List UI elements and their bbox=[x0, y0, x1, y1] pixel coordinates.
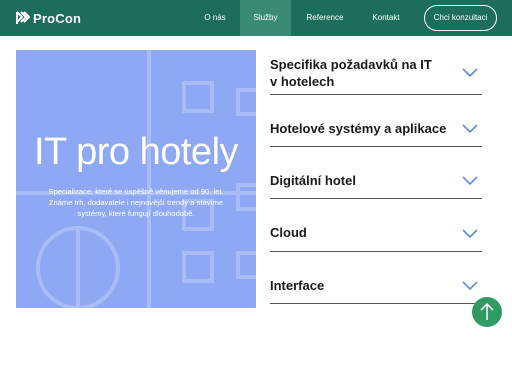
top-navigation-bar: ProCon O nás Služby Reference Kontakt Ch… bbox=[0, 0, 512, 36]
accordion-item-hotelove-systemy[interactable]: Hotelové systémy a aplikace bbox=[270, 95, 482, 147]
chevron-down-icon[interactable] bbox=[462, 229, 478, 239]
nav-item-sluzby[interactable]: Služby bbox=[240, 0, 291, 36]
accordion-item-interface[interactable]: Interface bbox=[270, 252, 482, 304]
hero-banner: IT pro hotely Specializace, které se úsp… bbox=[16, 50, 256, 308]
accordion-item-digitalni-hotel[interactable]: Digitální hotel bbox=[270, 147, 482, 199]
procon-logo-icon bbox=[16, 11, 30, 24]
chevron-down-icon[interactable] bbox=[462, 124, 478, 134]
accordion-title: Cloud bbox=[270, 225, 307, 240]
accordion-title: Digitální hotel bbox=[270, 173, 356, 188]
hero-background-pattern bbox=[16, 50, 256, 308]
brand-name: ProCon bbox=[33, 10, 82, 26]
accordion-title: Hotelové systémy a aplikace bbox=[270, 121, 447, 136]
nav-item-reference[interactable]: Reference bbox=[300, 0, 350, 36]
brand-logo[interactable]: ProCon bbox=[16, 9, 81, 27]
chevron-down-icon[interactable] bbox=[462, 68, 478, 78]
nav-item-o-nas[interactable]: O nás bbox=[196, 0, 234, 36]
scroll-to-top-button[interactable] bbox=[472, 297, 502, 327]
chevron-down-icon[interactable] bbox=[462, 281, 478, 291]
accordion-title: Interface bbox=[270, 278, 325, 293]
arrow-up-icon bbox=[480, 302, 494, 320]
hero-description: Specializace, které se úspěšně věnujeme … bbox=[48, 187, 224, 218]
hero-title: IT pro hotely bbox=[33, 131, 239, 173]
nav-item-kontakt[interactable]: Kontakt bbox=[364, 0, 408, 36]
consultation-button[interactable]: Chci konzultaci bbox=[424, 5, 497, 31]
accordion-item-cloud[interactable]: Cloud bbox=[270, 199, 482, 252]
chevron-down-icon[interactable] bbox=[462, 176, 478, 186]
accordion-title: Specifika požadavků na IT v hotelech bbox=[270, 57, 432, 89]
accordion-item-specifika[interactable]: Specifika požadavků na IT v hotelech bbox=[270, 50, 482, 95]
